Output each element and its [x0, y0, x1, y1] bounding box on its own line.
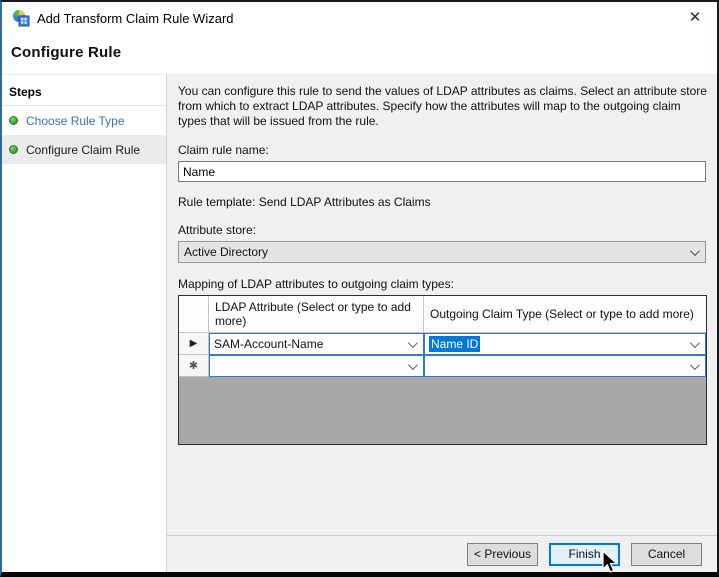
steps-sidebar: Steps Choose Rule Type Configure Claim R…: [2, 75, 167, 572]
chevron-down-icon: [689, 338, 700, 349]
row-selector-header: [179, 296, 209, 332]
page-title: Configure Rule: [11, 44, 122, 61]
claim-rule-name-input[interactable]: [178, 161, 706, 182]
chevron-down-icon: [689, 246, 700, 257]
mapping-label: Mapping of LDAP attributes to outgoing c…: [178, 277, 454, 291]
window-title: Add Transform Claim Rule Wizard: [37, 10, 234, 26]
claim-rule-name-label: Claim rule name:: [178, 143, 269, 157]
step-completed-icon: [9, 145, 18, 154]
cancel-button[interactable]: Cancel: [631, 542, 702, 566]
main-panel: You can configure this rule to send the …: [167, 75, 717, 572]
mapping-table-header: LDAP Attribute (Select or type to add mo…: [179, 296, 706, 333]
attribute-store-label: Attribute store:: [178, 223, 257, 237]
table-row: ▶ SAM-Account-Name Name ID: [179, 333, 706, 355]
adfs-app-icon: [13, 10, 30, 27]
step-label: Configure Claim Rule: [26, 142, 141, 157]
current-row-marker-icon[interactable]: ▶: [179, 333, 209, 355]
wizard-dialog: Add Transform Claim Rule Wizard ✕ Config…: [0, 0, 719, 577]
finish-button[interactable]: Finish: [549, 542, 620, 566]
step-label: Choose Rule Type: [26, 113, 125, 128]
title-bar: Add Transform Claim Rule Wizard ✕: [2, 2, 717, 34]
chevron-down-icon: [407, 360, 418, 371]
ldap-attribute-dropdown-row1[interactable]: SAM-Account-Name: [209, 333, 424, 355]
table-row: ✱: [179, 355, 706, 377]
rule-template-text: Rule template: Send LDAP Attributes as C…: [178, 195, 431, 209]
ldap-attribute-dropdown-row2[interactable]: [209, 355, 424, 377]
step-completed-icon: [9, 116, 18, 125]
outgoing-claim-type-dropdown-row1[interactable]: Name ID: [424, 333, 706, 355]
rule-description-text: You can configure this rule to send the …: [178, 84, 707, 128]
outgoing-claim-type-value: Name ID: [429, 336, 481, 352]
chevron-down-icon: [689, 360, 700, 371]
column-header-ldap-attribute: LDAP Attribute (Select or type to add mo…: [209, 296, 424, 332]
chevron-down-icon: [407, 338, 418, 349]
new-row-marker-icon[interactable]: ✱: [179, 355, 209, 377]
mapping-table: LDAP Attribute (Select or type to add mo…: [178, 295, 707, 445]
previous-button[interactable]: < Previous: [467, 542, 538, 566]
step-configure-claim-rule[interactable]: Configure Claim Rule: [2, 135, 166, 164]
column-header-outgoing-claim-type: Outgoing Claim Type (Select or type to a…: [424, 296, 706, 332]
table-empty-area: [179, 377, 706, 444]
step-choose-rule-type[interactable]: Choose Rule Type: [2, 106, 166, 135]
outgoing-claim-type-dropdown-row2[interactable]: [424, 355, 706, 377]
attribute-store-value: Active Directory: [184, 245, 269, 259]
close-icon[interactable]: ✕: [679, 3, 711, 31]
steps-header: Steps: [2, 79, 166, 106]
ldap-attribute-value: SAM-Account-Name: [214, 337, 324, 351]
wizard-footer: < Previous Finish Cancel: [167, 535, 717, 572]
attribute-store-dropdown[interactable]: Active Directory: [178, 241, 706, 263]
heading-band: Configure Rule: [2, 34, 717, 74]
